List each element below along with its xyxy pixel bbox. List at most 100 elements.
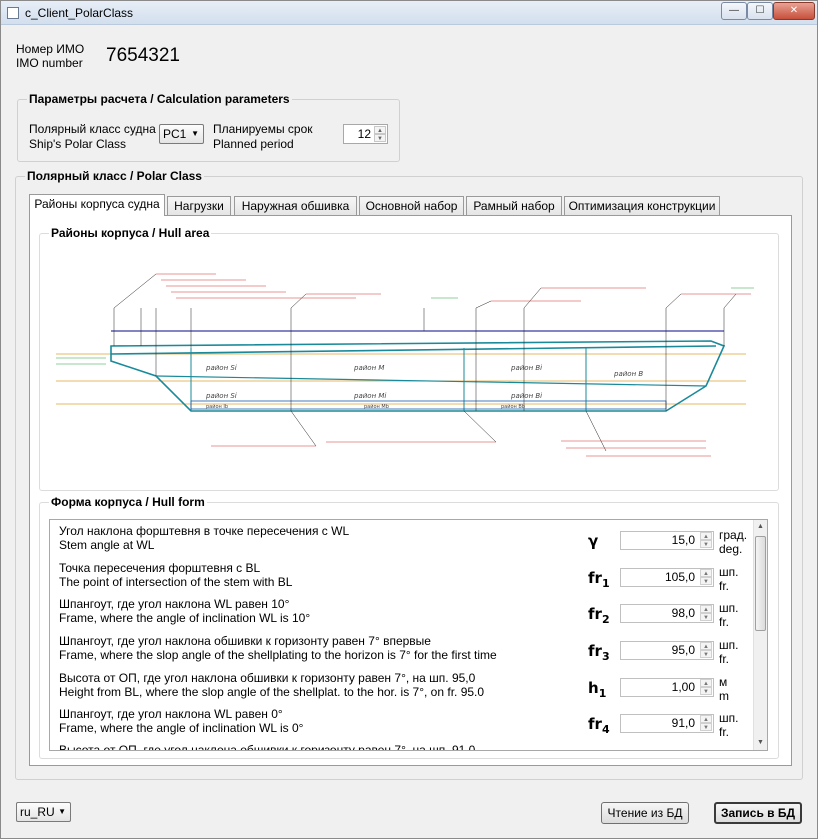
symbol-sub: 1: [598, 687, 607, 700]
polar-class-label-en: Ship's Polar Class: [29, 137, 126, 151]
period-label-ru: Планируемы срок: [213, 122, 313, 136]
tab-hull-areas[interactable]: Районы корпуса судна: [29, 194, 165, 216]
scrollbar-thumb[interactable]: [755, 536, 766, 631]
symbol-main: fr: [588, 642, 602, 660]
hull-form-row: Шпангоут, где угол наклона обшивки к гор…: [50, 634, 754, 670]
row-label-ru: Точка пересечения форштевня с BL: [59, 561, 261, 575]
calc-params-title: Параметры расчета / Calculation paramete…: [27, 92, 292, 106]
row-label-ru: Угол наклона форштевня в точке пересечен…: [59, 524, 350, 538]
period-spinbox[interactable]: 12 ▲ ▼: [343, 124, 388, 144]
hull-form-row: Шпангоут, где угол наклона WL равен 10° …: [50, 597, 754, 633]
chevron-down-icon: ▼: [191, 129, 199, 138]
unit-en: fr.: [719, 652, 730, 666]
spin-up-icon[interactable]: ▲: [700, 715, 712, 723]
imo-label: Номер ИМО IMO number: [16, 42, 84, 70]
symbol-sub: 1: [601, 577, 610, 590]
row-label-en: Stem angle at WL: [59, 538, 155, 552]
title-bar[interactable]: c_Client_PolarClass — ☐ ✕: [1, 1, 817, 25]
spin-down-icon[interactable]: ▼: [700, 687, 712, 695]
tab-outer-shell[interactable]: Наружная обшивка: [234, 196, 357, 216]
row-symbol: γ: [588, 532, 598, 553]
row-label-en: The point of intersection of the stem wi…: [59, 575, 293, 589]
region-label: район M: [353, 364, 384, 372]
spin-down-icon[interactable]: ▼: [700, 650, 712, 658]
minimize-button[interactable]: —: [721, 2, 747, 20]
imo-label-ru: Номер ИМО: [16, 42, 85, 56]
hull-form-row: Точка пересечения форштевня с BL The poi…: [50, 561, 754, 597]
spin-up-icon[interactable]: ▲: [700, 642, 712, 650]
symbol-main: fr: [588, 569, 602, 587]
locale-value: ru_RU: [20, 805, 55, 819]
spin-up-icon[interactable]: ▲: [700, 605, 712, 613]
symbol-main: fr: [588, 715, 602, 733]
symbol-main: fr: [588, 605, 602, 623]
symbol-main: h: [588, 679, 599, 697]
unit-en: m: [719, 689, 729, 703]
spin-down-icon[interactable]: ▼: [374, 134, 386, 142]
spin-down-icon[interactable]: ▼: [700, 613, 712, 621]
locale-select[interactable]: ru_RU ▼: [16, 802, 71, 822]
row-symbol: fr1: [588, 569, 610, 590]
window-title: c_Client_PolarClass: [25, 6, 134, 20]
value-text: 105,0: [664, 570, 695, 584]
scroll-up-icon[interactable]: ▲: [754, 520, 767, 534]
region-label: район Bi: [510, 392, 542, 400]
spin-up-icon[interactable]: ▲: [700, 569, 712, 577]
vertical-scrollbar[interactable]: ▲ ▼: [753, 520, 767, 750]
value-spinbox[interactable]: 1,00 ▲ ▼: [620, 678, 714, 697]
unit-ru: м: [719, 675, 728, 689]
unit-en: fr.: [719, 615, 730, 629]
unit-ru: м: [719, 747, 727, 750]
row-label-ru: Шпангоут, где угол наклона WL равен 10°: [59, 597, 290, 611]
leader-lines: [113, 273, 737, 452]
region-label: район Bi: [510, 364, 542, 372]
row-symbol: h1: [588, 679, 606, 700]
value-spinbox[interactable]: 15,0 ▲ ▼: [620, 531, 714, 550]
symbol-sub: 4: [601, 723, 610, 736]
chevron-down-icon: ▼: [58, 807, 66, 816]
region-label: район B: [613, 370, 643, 378]
row-label-ru: Шпангоут, где угол наклона обшивки к гор…: [59, 634, 431, 648]
region-label: район Si: [205, 364, 237, 372]
row-symbol: fr2: [588, 605, 610, 626]
row-label-ru: Шпангоут, где угол наклона WL равен 0°: [59, 707, 283, 721]
tab-loads[interactable]: Нагрузки: [167, 196, 231, 216]
row-label-ru: Высота от ОП, где угол наклона обшивки к…: [59, 671, 476, 685]
app-icon: [7, 7, 19, 19]
row-label-en: Height from BL, where the slop angle of …: [59, 685, 485, 699]
hull-form-title: Форма корпуса / Hull form: [49, 495, 207, 509]
close-button[interactable]: ✕: [773, 2, 815, 20]
unit-ru: град.: [719, 528, 748, 542]
unit-ru: шп.: [719, 601, 739, 615]
spin-up-icon[interactable]: ▲: [374, 126, 386, 134]
hull-form-row: Шпангоут, где угол наклона WL равен 0° F…: [50, 707, 754, 743]
value-spinbox[interactable]: 105,0 ▲ ▼: [620, 568, 714, 587]
maximize-button[interactable]: ☐: [747, 2, 773, 20]
region-label: район Si: [205, 392, 237, 400]
main-window: c_Client_PolarClass — ☐ ✕ Номер ИМО IMO …: [0, 0, 818, 839]
value-spinbox[interactable]: 91,0 ▲ ▼: [620, 714, 714, 733]
polar-class-label-ru: Полярный класс судна: [29, 122, 156, 136]
value-spinbox[interactable]: 95,0 ▲ ▼: [620, 641, 714, 660]
polar-class-select[interactable]: PC1 ▼: [159, 124, 204, 144]
spin-up-icon[interactable]: ▲: [700, 532, 712, 540]
period-label: Планируемы срок Planned period: [213, 122, 313, 152]
spin-down-icon[interactable]: ▼: [700, 577, 712, 585]
polar-class-value: PC1: [163, 127, 187, 141]
unit-ru: шп.: [719, 711, 739, 725]
write-db-button[interactable]: Запись в БД: [714, 802, 802, 824]
scroll-down-icon[interactable]: ▼: [754, 736, 767, 750]
hull-form-row: Высота от ОП, где угол наклона обшивки к…: [50, 671, 754, 707]
value-spinbox[interactable]: 98,0 ▲ ▼: [620, 604, 714, 623]
spin-up-icon[interactable]: ▲: [700, 679, 712, 687]
period-label-en: Planned period: [213, 137, 294, 151]
tab-optimization[interactable]: Оптимизация конструкции: [564, 196, 720, 216]
hull-form-list[interactable]: Угол наклона форштевня в точке пересечен…: [49, 519, 768, 751]
spin-down-icon[interactable]: ▼: [700, 723, 712, 731]
hull-area-title: Районы корпуса / Hull area: [49, 226, 212, 240]
spin-down-icon[interactable]: ▼: [700, 540, 712, 548]
tab-main-framing[interactable]: Основной набор: [359, 196, 464, 216]
tab-web-framing[interactable]: Рамный набор: [466, 196, 562, 216]
read-db-button[interactable]: Чтение из БД: [601, 802, 689, 824]
value-text: 98,0: [671, 606, 695, 620]
